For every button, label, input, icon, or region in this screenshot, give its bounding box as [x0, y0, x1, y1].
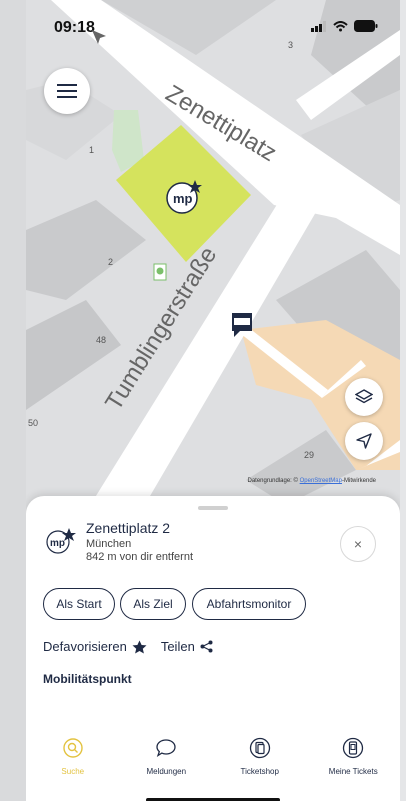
svg-text:mp: mp — [50, 538, 65, 549]
wifi-icon — [333, 20, 348, 31]
tab-label: Ticketshop — [240, 767, 279, 776]
place-category: Mobilitätspunkt — [43, 672, 132, 686]
share-icon — [200, 640, 213, 653]
signal-icon — [311, 20, 326, 32]
tickets-icon — [248, 736, 272, 760]
tab-label: Suche — [61, 767, 85, 776]
screenshot-frame: 3 1 2 48 50 29 Zenettiplatz Tumblingerst… — [0, 0, 406, 801]
hamburger-icon — [57, 84, 77, 98]
mobility-point-logo-icon: mp — [46, 528, 76, 554]
location-arrow-icon — [92, 30, 106, 44]
unfavorite-label: Defavorisieren — [43, 639, 127, 654]
bottom-tab-bar: Suche Meldungen Ticketshop Meine Tickets — [26, 734, 400, 794]
phone-ticket-icon — [341, 736, 365, 760]
locate-me-button[interactable] — [345, 422, 383, 460]
house-number: 48 — [96, 335, 106, 345]
tab-label: Meine Tickets — [328, 767, 378, 776]
openstreetmap-link[interactable]: OpenStreetMap — [300, 478, 342, 484]
map-layers-button[interactable] — [345, 378, 383, 416]
attribution-suffix: -Mitwirkende — [341, 478, 376, 484]
star-icon — [132, 640, 147, 653]
status-icons — [311, 20, 378, 32]
house-number: 1 — [89, 145, 94, 155]
action-row: Defavorisieren Teilen — [43, 639, 213, 654]
battery-icon — [354, 20, 378, 32]
search-icon — [61, 736, 85, 760]
background-edge — [0, 0, 26, 801]
green-poi-icon[interactable] — [153, 263, 167, 281]
attribution-prefix: Datengrundlage: © — [247, 478, 298, 484]
svg-text:mp: mp — [173, 191, 193, 206]
place-name: Zenettiplatz 2 — [86, 520, 171, 536]
sheet-drag-handle[interactable] — [198, 506, 228, 510]
tab-label: Meldungen — [146, 767, 187, 776]
place-distance: 842 m von dir entfernt — [86, 551, 194, 563]
place-city: München — [86, 538, 132, 550]
status-bar: 09:18 — [26, 0, 400, 44]
set-as-start-button[interactable]: Als Start — [43, 588, 115, 620]
map-attribution: Datengrundlage: © OpenStreetMap-Mitwirke… — [247, 478, 376, 484]
place-detail-sheet: mp Zenettiplatz 2 München 842 m von dir … — [26, 496, 400, 801]
navigation-arrow-icon — [356, 433, 372, 449]
house-number: 50 — [28, 418, 38, 428]
phone-screen: 3 1 2 48 50 29 Zenettiplatz Tumblingerst… — [26, 0, 400, 801]
house-number: 29 — [304, 450, 314, 460]
house-number: 2 — [108, 257, 113, 267]
background-edge-right — [400, 0, 406, 801]
status-time: 09:18 — [54, 19, 95, 36]
share-button[interactable]: Teilen — [161, 639, 213, 654]
unfavorite-button[interactable]: Defavorisieren — [43, 639, 147, 654]
share-label: Teilen — [160, 639, 195, 654]
close-button[interactable]: × — [340, 526, 376, 562]
menu-button[interactable] — [44, 68, 90, 114]
departure-monitor-button[interactable]: Abfahrtsmonitor — [192, 588, 306, 620]
tab-ticketshop[interactable]: Ticketshop — [213, 734, 307, 794]
set-as-destination-button[interactable]: Als Ziel — [120, 588, 186, 620]
tab-suche[interactable]: Suche — [26, 734, 120, 794]
tab-meine-tickets[interactable]: Meine Tickets — [307, 734, 401, 794]
tab-meldungen[interactable]: Meldungen — [120, 734, 214, 794]
layers-icon — [355, 389, 373, 404]
chat-bubble-icon — [154, 736, 178, 760]
